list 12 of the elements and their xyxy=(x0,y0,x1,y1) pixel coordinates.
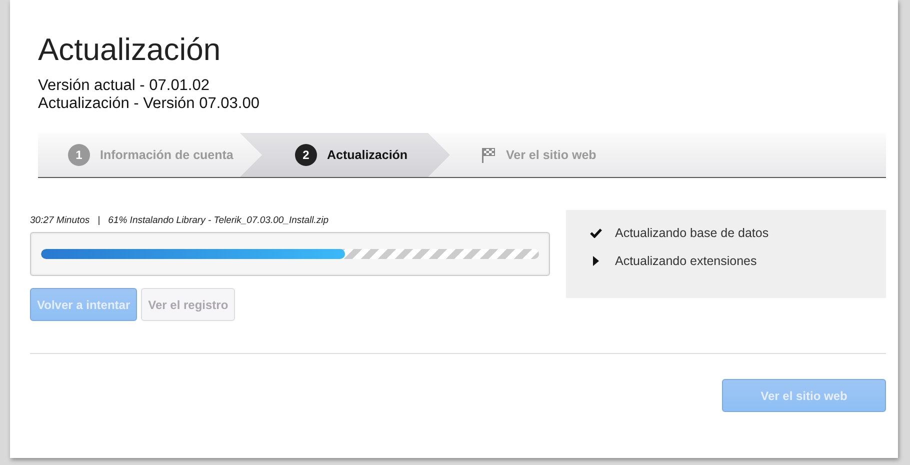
version-text: Versión actual - 07.01.02 xyxy=(37,77,210,95)
flag-icon xyxy=(480,147,496,163)
task-label: Actualizando base de datos xyxy=(615,226,769,240)
progress-message: 61% Instalando Library - Telerik_07.03.00_Install.zip xyxy=(108,215,329,226)
page-title: Actualización xyxy=(37,31,222,69)
step-number: 2 xyxy=(295,144,317,166)
wizard-step[interactable]: 2 Actualización xyxy=(240,133,450,177)
separator-text: | xyxy=(98,215,100,226)
version-text: Actualización - Versión 07.03.00 xyxy=(37,95,260,113)
elapsed-time: 30:27 Minutos xyxy=(30,215,90,226)
task-label: Actualizando extensiones xyxy=(615,254,757,268)
step-number: 1 xyxy=(68,144,90,166)
